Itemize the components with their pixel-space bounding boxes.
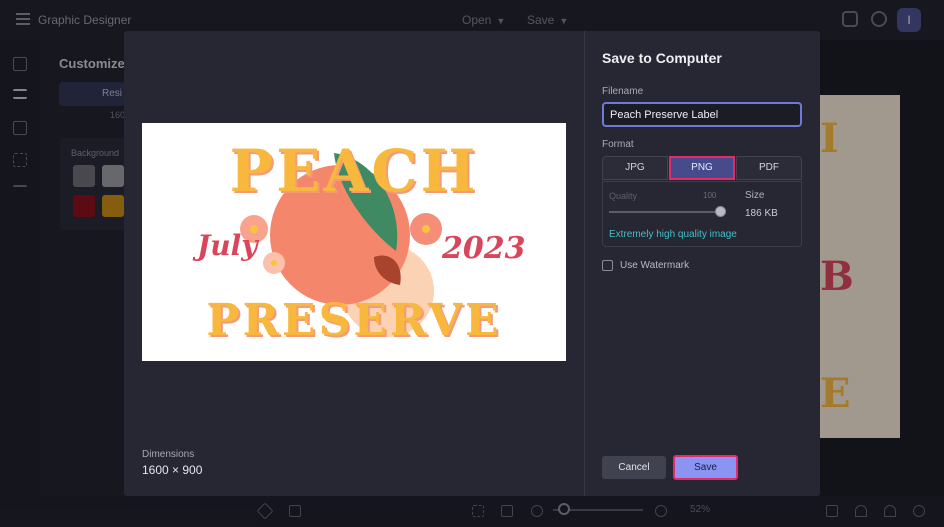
size-label: Size [745,190,765,201]
quality-value: 100 [703,191,717,200]
watermark-checkbox[interactable] [602,260,613,271]
design-preview: PEACH PRESERVE July 2023 [142,123,566,361]
format-png-button[interactable]: PNG [669,156,735,180]
dialog-title: Save to Computer [602,50,722,66]
quality-label: Quality [609,191,638,201]
size-value: 186 KB [745,208,778,219]
filename-label: Filename [602,86,644,97]
dialog-divider [584,31,585,496]
quality-slider-track[interactable] [609,211,721,213]
cancel-button[interactable]: Cancel [602,456,666,479]
watermark-label[interactable]: Use Watermark [620,260,689,271]
preview-right-text: 2023 [442,231,526,266]
save-dialog: PEACH PRESERVE July 2023 Dimensions 1600… [124,31,820,496]
preview-title-bottom: PRESERVE [206,295,502,346]
format-jpg-button[interactable]: JPG [602,156,668,180]
dimensions-label: Dimensions [142,449,195,460]
filename-input[interactable] [602,102,802,127]
quality-slider-handle[interactable] [715,206,726,217]
format-label: Format [602,139,634,150]
quality-box: Quality 100 Size 186 KB Extremely high q… [602,181,802,247]
preview-title-top: PEACH [229,137,479,205]
preview-left-text: July [197,229,258,262]
dimensions-value: 1600 × 900 [142,463,203,477]
quality-note: Extremely high quality image [609,229,737,240]
save-button[interactable]: Save [673,455,738,480]
format-pdf-button[interactable]: PDF [736,156,802,180]
